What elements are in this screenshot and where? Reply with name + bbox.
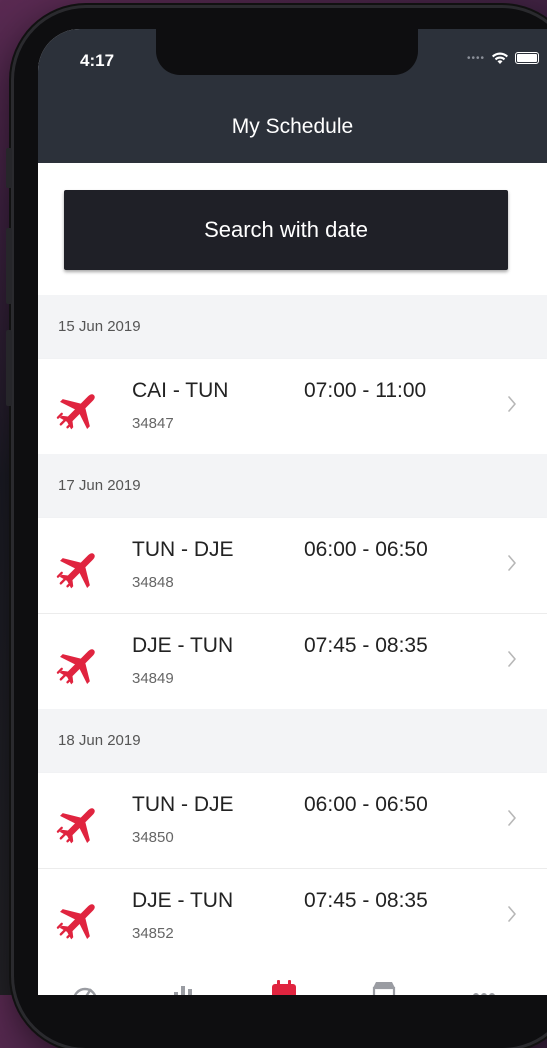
calendar-icon[interactable] (270, 980, 298, 995)
search-section: Search with date (38, 163, 547, 295)
flight-row[interactable]: TUN - DJE 34850 06:00 - 06:50 (38, 773, 547, 869)
flight-route: TUN - DJE (132, 793, 234, 816)
schedule-list[interactable]: Search with date 15 Jun 2019 CAI - TUN 348… (38, 163, 547, 964)
flight-route: DJE - TUN (132, 889, 234, 912)
status-time: 4:17 (80, 51, 115, 70)
speedometer-icon[interactable] (71, 980, 99, 995)
flight-route: DJE - TUN (132, 634, 234, 657)
airplane-icon (56, 897, 102, 943)
more-icon[interactable] (470, 980, 498, 995)
flight-row[interactable]: DJE - TUN 34849 07:45 - 08:35 (38, 614, 547, 709)
airplane-icon (56, 546, 102, 592)
flight-group: CAI - TUN 34847 07:00 - 11:00 (38, 359, 547, 454)
flight-times: 06:00 - 06:50 (304, 538, 428, 561)
flight-times: 07:00 - 11:00 (304, 379, 427, 402)
flight-number: 34852 (132, 925, 174, 942)
flight-number: 34848 (132, 574, 174, 591)
airplane-icon (56, 801, 102, 847)
flight-route: CAI - TUN (132, 379, 229, 402)
flight-times: 07:45 - 08:35 (304, 889, 428, 912)
chevron-right-icon (507, 809, 517, 827)
chevron-right-icon (507, 650, 517, 668)
wifi-icon (492, 52, 508, 64)
date-section-header: 18 Jun 2019 (38, 709, 547, 773)
flight-group: TUN - DJE 34848 06:00 - 06:50 DJE - TUN 3484… (38, 518, 547, 709)
search-with-date-button[interactable]: Search with date (64, 190, 508, 270)
flight-row[interactable]: CAI - TUN 34847 07:00 - 11:00 (38, 359, 547, 454)
volume-down-button (6, 330, 12, 406)
store-icon[interactable] (370, 980, 398, 995)
airplane-icon (56, 642, 102, 688)
status-indicators: •••• (467, 51, 539, 65)
airplane-icon (56, 387, 102, 433)
app-screen: 4:17 •••• My Schedule Search with date 1… (38, 29, 547, 995)
flight-number: 34849 (132, 670, 174, 687)
signal-icon: •••• (466, 52, 485, 64)
flight-times: 07:45 - 08:35 (304, 634, 428, 657)
stats-icon[interactable] (169, 980, 197, 995)
device-notch (156, 29, 418, 75)
date-section-header: 17 Jun 2019 (38, 454, 547, 518)
volume-up-button (6, 228, 12, 304)
flight-times: 06:00 - 06:50 (304, 793, 428, 816)
flight-number: 34850 (132, 829, 174, 846)
chevron-right-icon (507, 554, 517, 572)
tab-bar (38, 962, 547, 995)
battery-icon (515, 52, 539, 64)
flight-route: TUN - DJE (132, 538, 234, 561)
flight-group: TUN - DJE 34850 06:00 - 06:50 DJE - TUN 3485… (38, 773, 547, 964)
page-title: My Schedule (231, 115, 354, 138)
flight-number: 34847 (132, 415, 174, 432)
date-section-header: 15 Jun 2019 (38, 295, 547, 359)
mute-switch (6, 148, 12, 188)
flight-row[interactable]: DJE - TUN 34852 07:45 - 08:35 (38, 869, 547, 964)
chevron-right-icon (507, 905, 517, 923)
chevron-right-icon (507, 395, 517, 413)
flight-row[interactable]: TUN - DJE 34848 06:00 - 06:50 (38, 518, 547, 614)
